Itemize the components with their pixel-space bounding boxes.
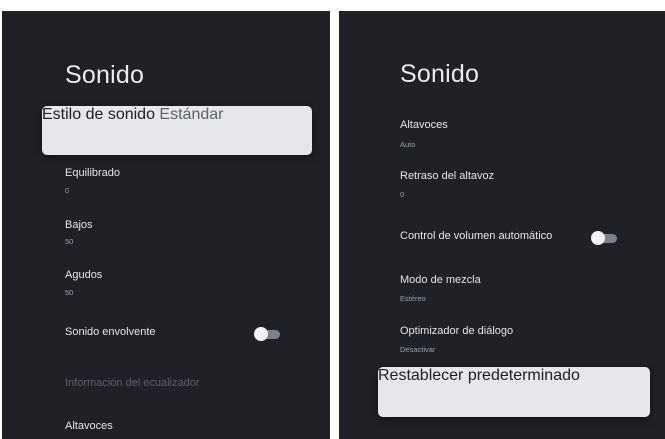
menu-item-label: Optimizador de diálogo xyxy=(400,325,514,337)
menu-item-optimizador-de-dialogo[interactable]: Optimizador de diálogo Desactivar xyxy=(339,318,665,364)
menu-item-value: Estándar xyxy=(159,106,224,123)
menu-item-label: Información del ecualizador xyxy=(65,377,200,389)
menu-item-value: 50 xyxy=(65,288,74,297)
menu-item-label: Equilibrado xyxy=(65,167,121,179)
right-settings-panel: Sonido Altavoces Auto Retraso del altavo… xyxy=(339,11,665,439)
menu-item-label: Bajos xyxy=(65,219,93,231)
menu-item-value: Estéreo xyxy=(400,294,426,303)
menu-item-informacion-del-ecualizador: Información del ecualizador xyxy=(2,366,330,412)
menu-item-value: 0 xyxy=(400,190,405,199)
menu-item-sonido-envolvente[interactable]: Sonido envolvente xyxy=(2,314,330,360)
menu-item-value: Auto xyxy=(400,140,416,149)
menu-item-altavoces[interactable]: Altavoces Auto xyxy=(339,111,665,157)
menu-item-value: Desactivar xyxy=(400,345,436,354)
menu-item-estilo-de-sonido[interactable]: Estilo de sonido Estándar xyxy=(42,106,312,155)
menu-item-bajos[interactable]: Bajos 50 xyxy=(2,211,330,257)
page-title: Sonido xyxy=(400,60,480,88)
toggle-thumb xyxy=(591,231,605,245)
left-settings-panel: Sonido Estilo de sonido Estándar Equilib… xyxy=(2,11,330,439)
menu-item-label: Sonido envolvente xyxy=(65,326,156,338)
menu-item-value: 50 xyxy=(65,237,74,246)
auto-volume-toggle-switch[interactable] xyxy=(591,231,617,245)
menu-item-label: Modo de mezcla xyxy=(400,274,481,286)
menu-item-label: Altavoces xyxy=(65,420,113,432)
menu-item-agudos[interactable]: Agudos 50 xyxy=(2,262,330,308)
menu-item-equilibrado[interactable]: Equilibrado 0 xyxy=(2,160,330,206)
menu-item-label: Retraso del altavoz xyxy=(400,170,495,182)
menu-item-control-de-volumen-automatico[interactable]: Control de volumen automático xyxy=(339,221,665,267)
menu-item-modo-de-mezcla[interactable]: Modo de mezcla Estéreo xyxy=(339,267,665,313)
surround-toggle-switch[interactable] xyxy=(254,327,280,341)
menu-item-label: Control de volumen automático xyxy=(400,230,553,242)
menu-item-value: 0 xyxy=(65,186,70,195)
menu-item-label: Restablecer predeterminado xyxy=(378,367,580,384)
menu-item-retraso-del-altavoz[interactable]: Retraso del altavoz 0 xyxy=(339,163,665,209)
toggle-thumb xyxy=(254,327,268,341)
menu-item-label: Agudos xyxy=(65,269,103,281)
menu-item-altavoces[interactable]: Altavoces xyxy=(2,413,330,439)
page-title: Sonido xyxy=(65,61,145,89)
menu-item-restablecer-predeterminado[interactable]: Restablecer predeterminado xyxy=(378,367,650,417)
menu-item-label: Estilo de sonido xyxy=(42,106,155,123)
menu-item-label: Altavoces xyxy=(400,119,448,131)
